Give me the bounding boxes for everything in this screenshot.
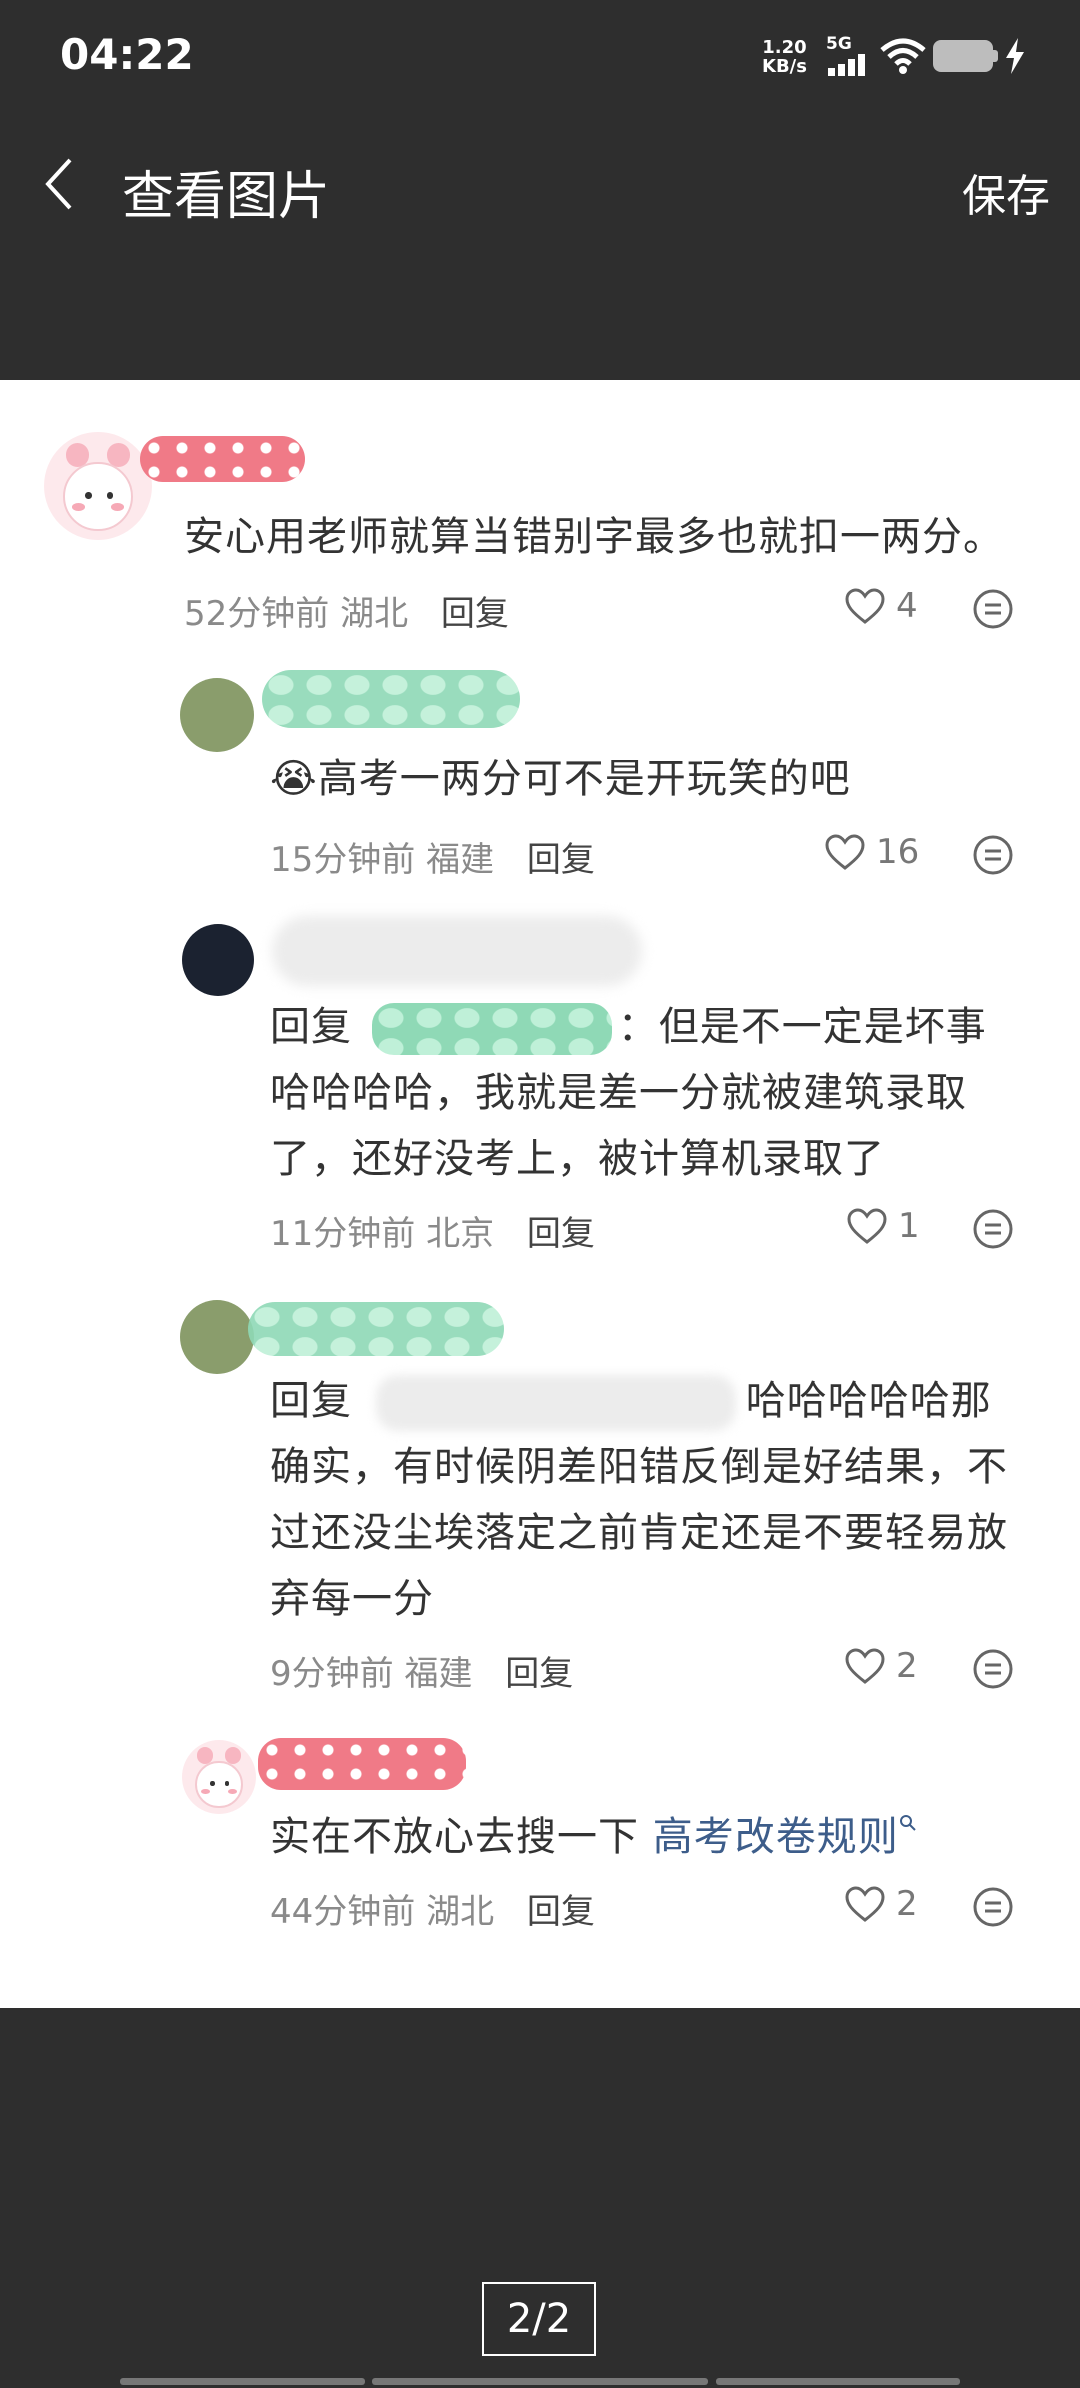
avatar	[180, 678, 254, 752]
username-sticker	[248, 1302, 504, 1356]
wifi-icon	[880, 38, 926, 74]
heart-icon	[825, 834, 865, 870]
like-count: 4	[896, 586, 918, 626]
username-sticker	[140, 436, 305, 482]
page-title: 查看图片	[122, 167, 331, 227]
comment-text-line: 弃每一分	[270, 1576, 434, 1622]
username-redacted	[272, 916, 642, 986]
comment-text-line: 过还没尘埃落定之前肯定还是不要轻易放	[270, 1510, 1008, 1556]
heart-icon	[847, 1208, 887, 1244]
avatar	[180, 1300, 254, 1374]
mention-redacted	[375, 1375, 736, 1431]
comment-text: 安心用老师就算当错别字最多也就扣一两分。	[184, 514, 1004, 560]
like-button[interactable]: 16	[824, 832, 919, 872]
like-count: 2	[896, 1646, 918, 1686]
more-options-icon[interactable]	[972, 1208, 1014, 1250]
more-options-icon[interactable]	[972, 834, 1014, 876]
reply-button[interactable]: 回复	[527, 840, 595, 880]
page-indicator: 2/2	[482, 2282, 596, 2356]
reply-button[interactable]: 回复	[441, 594, 509, 634]
comment-text: 实在不放心去搜一下 高考改卷规则	[270, 1804, 917, 1870]
search-link[interactable]: 高考改卷规则	[653, 1814, 899, 1860]
comment-text: 回复 ：但是不一定是坏事	[270, 994, 987, 1060]
heart-icon	[845, 1648, 885, 1684]
back-arrow-icon[interactable]	[40, 156, 76, 212]
heart-icon	[845, 1886, 885, 1922]
like-button[interactable]: 4	[844, 586, 918, 626]
reply-button[interactable]: 回复	[527, 1214, 595, 1254]
search-icon	[899, 1815, 916, 1831]
signal-icon	[828, 54, 872, 76]
heart-icon	[845, 588, 885, 624]
thumbnail-bar	[716, 2378, 960, 2385]
like-count: 1	[898, 1206, 920, 1246]
username-sticker	[262, 670, 520, 728]
like-count: 16	[876, 832, 920, 872]
battery-icon	[933, 40, 993, 72]
emoji-icon: 😭	[270, 756, 318, 802]
thumbnail-bar	[372, 2378, 708, 2385]
like-button[interactable]: 2	[844, 1884, 918, 1924]
comment-meta: 52分钟前 湖北 回复	[184, 594, 509, 634]
more-options-icon[interactable]	[972, 1648, 1014, 1690]
comment-text: 回复 哈哈哈哈哈那	[270, 1368, 992, 1434]
reply-button[interactable]: 回复	[505, 1654, 573, 1694]
charging-icon	[1006, 38, 1024, 74]
comment-meta: 11分钟前 北京 回复	[270, 1214, 595, 1254]
network-type: 5G	[826, 34, 852, 54]
more-options-icon[interactable]	[972, 588, 1014, 630]
like-button[interactable]: 1	[846, 1206, 920, 1246]
like-button[interactable]: 2	[844, 1646, 918, 1686]
status-bar: 04:22 1.20 KB/s 5G	[0, 0, 1080, 110]
avatar	[182, 924, 254, 996]
comment-text-line: 确实，有时候阴差阳错反倒是好结果，不	[270, 1444, 1008, 1490]
like-count: 2	[896, 1884, 918, 1924]
comment-meta: 15分钟前 福建 回复	[270, 840, 595, 880]
comment-meta: 44分钟前 湖北 回复	[270, 1892, 595, 1932]
username-sticker	[258, 1738, 466, 1790]
comment-meta: 9分钟前 福建 回复	[270, 1654, 574, 1694]
mention-sticker	[371, 1003, 612, 1055]
top-bar: 查看图片 保存	[0, 110, 1080, 380]
save-button[interactable]: 保存	[962, 160, 1050, 224]
thumbnail-bar	[120, 2378, 365, 2385]
more-options-icon[interactable]	[972, 1886, 1014, 1928]
reply-button[interactable]: 回复	[527, 1892, 595, 1932]
net-speed: 1.20 KB/s	[762, 37, 807, 77]
avatar	[44, 432, 152, 540]
comment-text: 😭高考一两分可不是开玩笑的吧	[270, 756, 851, 802]
avatar	[182, 1740, 256, 1814]
comment-text-line: 了，还好没考上，被计算机录取了	[270, 1136, 885, 1182]
status-time: 04:22	[60, 30, 194, 79]
comment-text-line: 哈哈哈哈，我就是差一分就被建筑录取	[270, 1070, 967, 1116]
image-viewer[interactable]: 安心用老师就算当错别字最多也就扣一两分。 52分钟前 湖北 回复 4 😭高考一两…	[0, 380, 1080, 2008]
